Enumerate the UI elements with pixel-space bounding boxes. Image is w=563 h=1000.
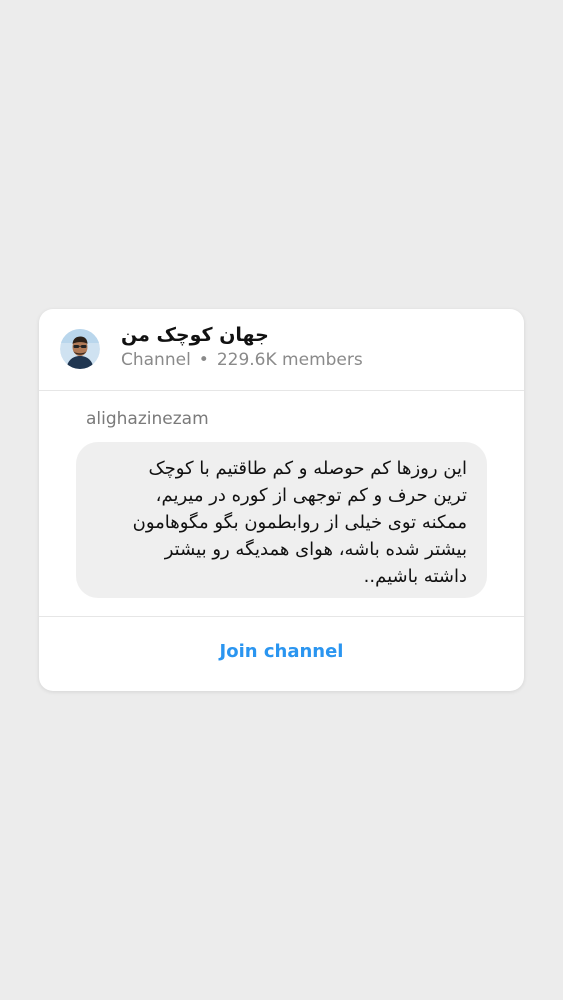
channel-meta: Channel • 229.6K members	[121, 350, 363, 370]
person-portrait-icon	[60, 329, 100, 369]
channel-title: جهان کوچک من	[121, 324, 269, 346]
card-footer: Join channel	[39, 616, 524, 691]
channel-type-label: Channel	[121, 350, 191, 370]
message-line: بیشتر شده باشه، هوای همدیگه رو بیشتر	[164, 539, 467, 560]
meta-separator: •	[198, 350, 209, 370]
message-line: ترین حرف و کم توجهی از کوره در میریم،	[155, 485, 467, 506]
join-channel-button[interactable]: Join channel	[39, 641, 524, 662]
message-bubble: این روزها کم حوصله و کم طاقتیم با کوچک ت…	[76, 442, 487, 598]
channel-preview-card: جهان کوچک من Channel • 229.6K members alig…	[39, 309, 524, 691]
message-line: ممکنه توی خیلی از روابطمون بگو مگوهامون	[132, 512, 467, 533]
message-line: این روزها کم حوصله و کم طاقتیم با کوچک	[148, 458, 467, 479]
message-line: داشته باشیم..	[363, 566, 467, 587]
avatar[interactable]	[60, 329, 100, 369]
channel-header[interactable]: جهان کوچک من Channel • 229.6K members	[39, 309, 524, 391]
message-text: این روزها کم حوصله و کم طاقتیم با کوچک ت…	[96, 455, 467, 590]
member-count: 229.6K members	[216, 350, 363, 370]
sender-username: alighazinezam	[86, 409, 209, 429]
